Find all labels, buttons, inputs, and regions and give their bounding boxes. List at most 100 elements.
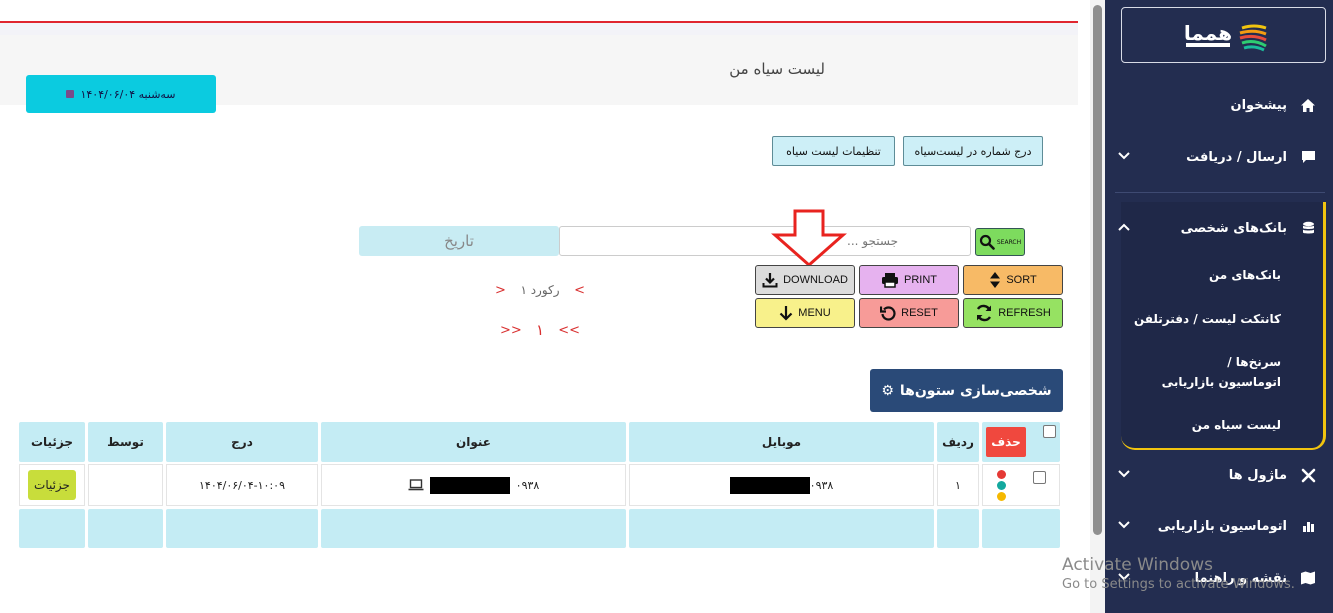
row-status-cell (982, 464, 1060, 506)
download-label: DOWNLOAD (783, 274, 848, 286)
pagination: >> ۱ << (500, 320, 580, 340)
header-cell-delete: حذف (982, 422, 1060, 462)
footer-cell (937, 509, 979, 548)
search-input[interactable] (559, 226, 971, 256)
redacted-mobile (729, 476, 810, 494)
details-button[interactable]: جزئیات (28, 470, 76, 500)
select-all-checkbox[interactable] (1043, 425, 1056, 438)
mobile-prefix: ۰۹۳۸ (809, 478, 834, 492)
chevron-up-icon (1117, 221, 1131, 236)
menu-button[interactable]: MENU (755, 298, 855, 328)
footer-cell (166, 509, 318, 548)
sidebar-item-personal-banks[interactable]: بانک‌های شخصی (1117, 216, 1317, 240)
gear-icon: ⚙ (881, 382, 894, 399)
chat-icon (1299, 150, 1317, 164)
database-icon (1299, 221, 1317, 236)
scrollbar-thumb[interactable] (1093, 5, 1102, 535)
header-cell-inserted: درج (166, 422, 318, 462)
download-button[interactable]: DOWNLOAD (755, 265, 855, 295)
delete-header-badge[interactable]: حذف (986, 427, 1026, 457)
download-icon (762, 273, 778, 288)
header-cell-title: عنوان (321, 422, 626, 462)
last-page-link[interactable]: >> (500, 323, 522, 338)
customize-label: شخصی‌سازی ستون‌ها (899, 382, 1052, 399)
header-cell-row: ردیف (937, 422, 979, 462)
reset-button[interactable]: RESET (859, 298, 959, 328)
reset-label: RESET (901, 307, 938, 319)
main-content: لیست سیاه من سه‌شنبه ۱۴۰۴/۰۶/۰۴ درج شمار… (0, 0, 1090, 613)
sidebar-item-send-receive[interactable]: ارسال / دریافت (1117, 145, 1317, 169)
title-prefix: ۰۹۳۸ (515, 478, 540, 492)
menu-label: MENU (798, 307, 831, 319)
footer-cell (321, 509, 626, 548)
date-filter-button[interactable]: تاریخ (359, 226, 559, 256)
sidebar-subitem-my-blacklist[interactable]: لیست سیاه من (1121, 415, 1281, 435)
undo-icon (880, 306, 896, 321)
search-icon (979, 234, 995, 250)
sidebar-item-marketing-automation[interactable]: اتوماسیون بازاریابی (1117, 514, 1317, 538)
sidebar-item-label: اتوماسیون بازاریابی (1157, 518, 1287, 534)
sidebar-item-label: ارسال / دریافت (1186, 149, 1287, 165)
row-by-cell (88, 464, 163, 506)
sidebar-subitem-contact-list[interactable]: کانتکت لیست / دفترتلفن (1121, 309, 1281, 329)
page-title: لیست سیاه من (729, 60, 825, 78)
sidebar: همما پیشخوان ارسال / دریافت بانک‌های شخص… (1105, 0, 1333, 613)
status-dot-yellow (996, 491, 1006, 501)
sidebar-subitem-my-banks[interactable]: بانک‌های من (1121, 265, 1281, 285)
header-cell-mobile: موبایل (629, 422, 934, 462)
red-down-arrow-annotation (771, 209, 847, 267)
laptop-icon[interactable] (408, 479, 424, 491)
chevron-down-icon (1117, 519, 1131, 534)
vertical-scrollbar[interactable] (1090, 0, 1105, 613)
chevron-down-icon (1117, 468, 1131, 483)
current-page[interactable]: ۱ (536, 321, 544, 339)
refresh-label: REFRESH (998, 307, 1051, 319)
footer-cell (88, 509, 163, 548)
row-title-cell: ۰۹۳۸ (321, 464, 626, 506)
row-inserted-cell: ۱۴۰۴/۰۶/۰۴-۱۰:۰۹ (166, 464, 318, 506)
watermark-line1: Activate Windows (1062, 555, 1213, 575)
watermark-line2: Go to Settings to activate Windows. (1062, 577, 1295, 592)
search-button[interactable]: SEARCH (975, 228, 1025, 256)
arrow-down-icon (780, 306, 793, 321)
chevron-down-icon (1117, 150, 1131, 165)
sidebar-item-modules[interactable]: ماژول ها (1117, 463, 1317, 487)
map-icon (1299, 571, 1317, 585)
footer-cell (982, 509, 1060, 548)
blacklist-settings-button[interactable]: تنظیمات لیست سیاه (772, 136, 895, 166)
sort-icon (990, 272, 1001, 288)
next-page-link[interactable]: > (495, 283, 506, 298)
status-dots-icon (996, 469, 1006, 501)
row-checkbox[interactable] (1032, 471, 1046, 484)
footer-cell (629, 509, 934, 548)
logo-icon: همما (1183, 21, 1267, 52)
sidebar-subitem-leads-automation[interactable]: سرنخ‌ها / اتوماسیون بازاریابی (1161, 352, 1281, 392)
search-button-label: SEARCH (996, 238, 1022, 246)
windows-activation-watermark: Activate Windows Go to Settings to activ… (1062, 555, 1295, 592)
print-button[interactable]: PRINT (859, 265, 959, 295)
top-gray-strip (0, 23, 1078, 35)
printer-icon (882, 273, 898, 288)
header-cell-by: توسط (88, 422, 163, 462)
header-cell-details: جزئیات (19, 422, 85, 462)
sidebar-item-label: پیشخوان (1230, 97, 1288, 113)
customize-columns-button[interactable]: شخصی‌سازی ستون‌ها ⚙ (870, 369, 1063, 412)
insert-blacklist-button[interactable]: درج شماره در لیست‌سیاه (903, 136, 1043, 166)
footer-cell (19, 509, 85, 548)
prev-page-link[interactable]: < (574, 283, 585, 298)
print-label: PRINT (904, 274, 937, 286)
logo-box[interactable]: همما (1121, 7, 1326, 63)
status-dot-red (996, 469, 1006, 479)
row-number-cell: ۱ (937, 464, 979, 506)
refresh-button[interactable]: REFRESH (963, 298, 1063, 328)
sort-button[interactable]: SORT (963, 265, 1063, 295)
tools-icon (1299, 468, 1317, 483)
row-mobile-cell: ۰۹۳۸ (629, 464, 934, 506)
record-count: ۱ رکورد (520, 283, 560, 297)
logo-text: همما (1183, 21, 1231, 45)
record-count-row: > ۱ رکورد < (495, 280, 585, 300)
first-page-link[interactable]: << (558, 323, 580, 338)
sidebar-item-label: ماژول ها (1228, 467, 1287, 483)
date-text: سه‌شنبه ۱۴۰۴/۰۶/۰۴ (80, 87, 176, 101)
sidebar-item-dashboard[interactable]: پیشخوان (1117, 93, 1317, 117)
